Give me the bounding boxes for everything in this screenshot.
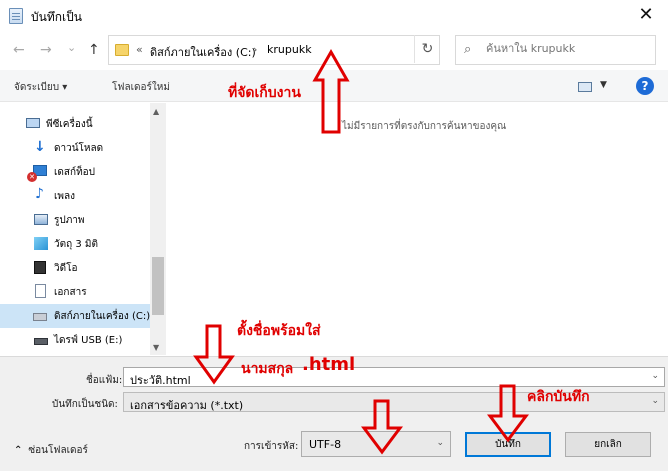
- annotation-name-line1: ตั้งชื่อพร้อมใส่: [237, 323, 321, 339]
- arrow-to-save: [487, 384, 529, 443]
- annotation-click-save: คลิกบันทึก: [527, 389, 590, 405]
- arrow-to-encoding: [361, 399, 403, 455]
- annotation-name-ext: .html: [302, 354, 356, 375]
- annotation-name-line2: นามสกุล: [241, 361, 294, 377]
- annotation-storage: ที่จัดเก็บงาน: [228, 85, 301, 101]
- arrow-to-address-bar: [312, 48, 350, 134]
- arrow-to-filename: [193, 324, 235, 385]
